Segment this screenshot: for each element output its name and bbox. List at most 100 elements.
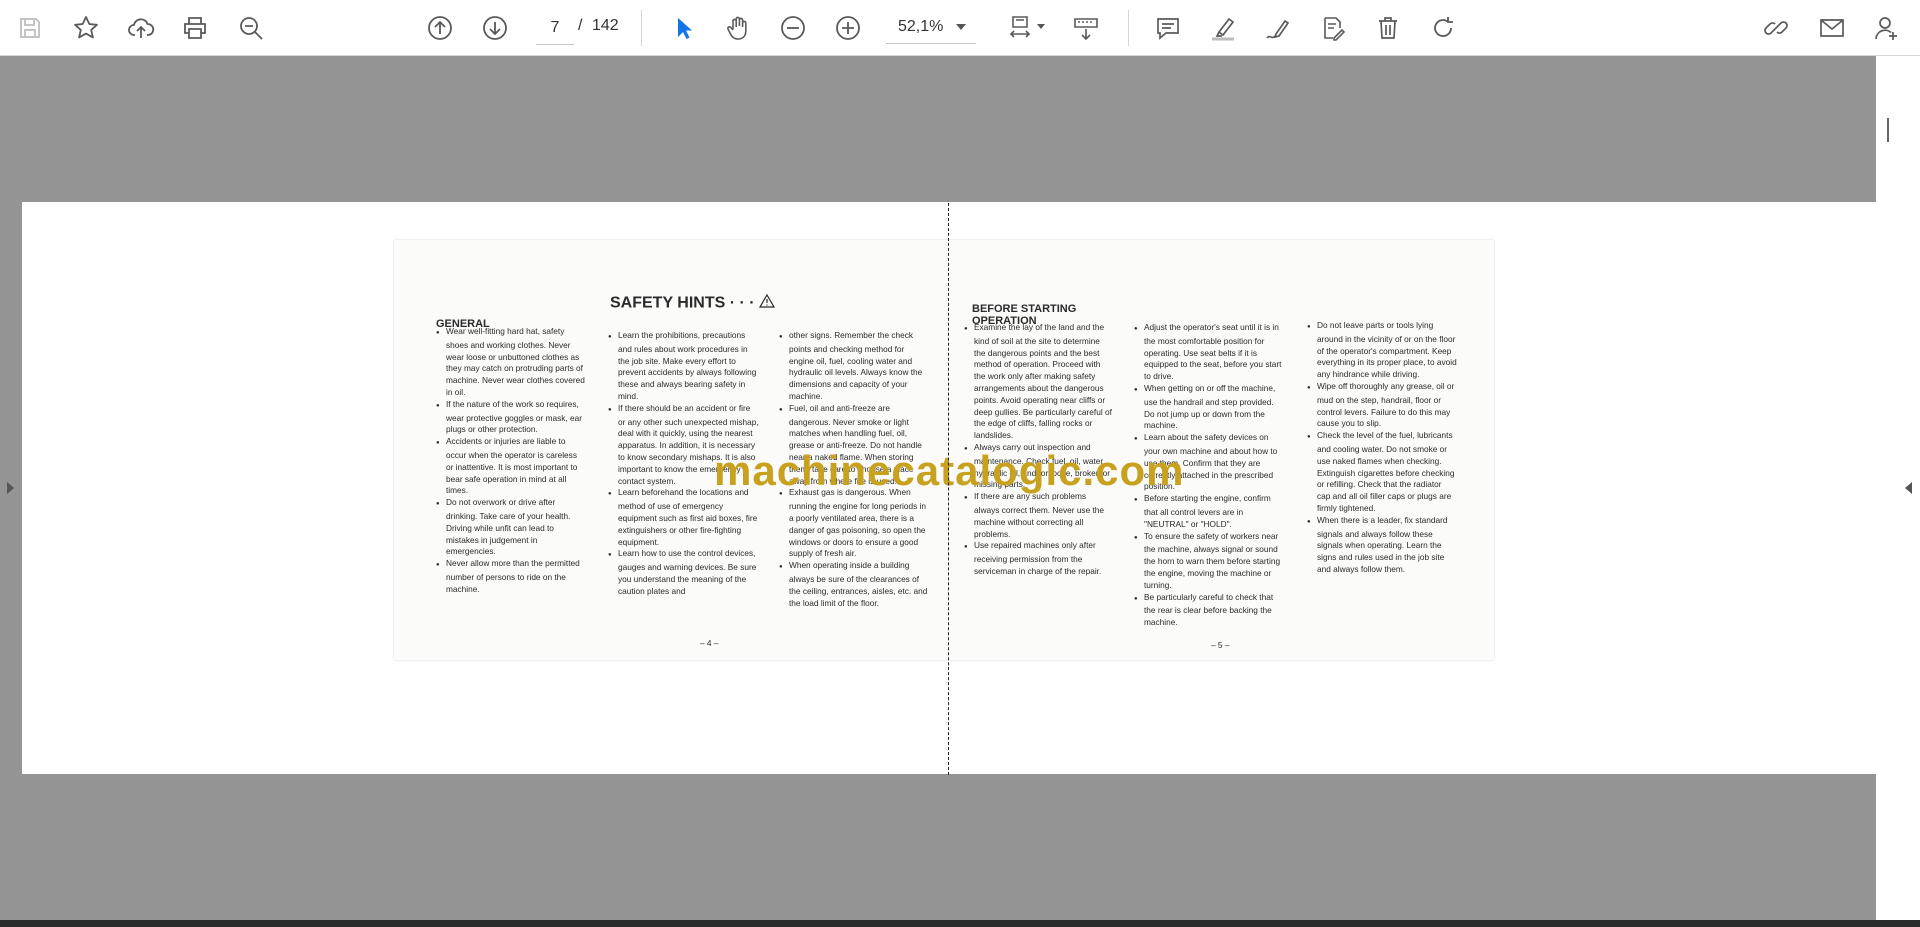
chevron-down-icon[interactable]	[1037, 24, 1045, 29]
page-separator: /	[578, 17, 583, 34]
magnifier-minus-icon	[240, 17, 263, 40]
document-viewer[interactable]: SAFETY HINTS · · · GENERAL BEFORE STARTI…	[22, 56, 1876, 920]
watermark: machinecatalogic.com	[714, 447, 1185, 494]
bullet-icon: ●	[1134, 534, 1138, 541]
bullet-icon: ●	[1307, 434, 1311, 441]
bullet-paragraph: ● Before starting the engine, confirm tha…	[1134, 493, 1271, 529]
save-button[interactable]	[10, 8, 50, 48]
bullet-icon: ●	[436, 402, 440, 409]
bullet-paragraph: ● Use repaired machines only after receiv…	[964, 540, 1102, 576]
account-button[interactable]	[1867, 8, 1907, 48]
bullet-icon: ●	[1134, 386, 1138, 393]
arrow-down-circle-icon	[483, 16, 507, 40]
bookmark-button[interactable]	[66, 8, 106, 48]
printer-icon	[184, 17, 206, 39]
delete-button[interactable]	[1368, 8, 1408, 48]
bullet-paragraph: ● Learn how to use the control devices, g…	[608, 548, 757, 596]
upload-button[interactable]	[121, 8, 161, 48]
select-tool-button[interactable]	[663, 8, 703, 48]
bullet-paragraph: ● Learn beforehand the locations and meth…	[608, 487, 758, 547]
highlight-button[interactable]	[1203, 8, 1243, 48]
share-link-button[interactable]	[1756, 8, 1796, 48]
page-number-left: – 4 –	[700, 638, 719, 648]
edit-text-button[interactable]	[1313, 8, 1353, 48]
right-panel-toggle[interactable]	[1905, 482, 1912, 494]
bullet-icon: ●	[1134, 595, 1138, 602]
cursor-arrow-icon	[678, 18, 692, 39]
save-icon	[20, 18, 40, 38]
hand-icon	[727, 16, 747, 40]
envelope-icon	[1820, 19, 1844, 37]
bullet-paragraph: ● Wipe off thoroughly any grease, oil or …	[1307, 380, 1455, 429]
bullet-icon: ●	[964, 326, 968, 332]
bullet-icon: ●	[1307, 384, 1311, 391]
star-icon	[74, 16, 98, 39]
previous-page-button[interactable]	[420, 8, 460, 48]
bullet-icon: ●	[1134, 497, 1138, 504]
scrollbar-track[interactable]	[1876, 56, 1920, 920]
bullet-icon: ●	[1307, 518, 1311, 525]
next-page-button[interactable]	[475, 8, 515, 48]
fit-page-icon	[1009, 16, 1031, 38]
bullet-icon: ●	[436, 440, 440, 447]
bullet-paragraph: ● If the nature of the work so requires, …	[436, 398, 583, 435]
find-button[interactable]	[231, 8, 271, 48]
edit-document-icon	[1324, 17, 1346, 41]
bullet-icon: ●	[1307, 324, 1311, 330]
user-add-icon	[1875, 17, 1897, 40]
bullet-icon: ●	[608, 334, 612, 340]
bullet-paragraph: ● If there are any such problems always c…	[964, 491, 1105, 539]
text-column: ● Do not leave parts or tools lying aroun…	[1307, 320, 1457, 576]
keyboard-download-icon	[1074, 18, 1098, 41]
arrow-up-circle-icon	[428, 16, 452, 40]
fold-line	[948, 203, 949, 775]
zoom-out-button[interactable]	[773, 8, 813, 48]
zoom-value: 52,1%	[898, 18, 944, 35]
bullet-paragraph: ● Check the level of the fuel, lubricants…	[1307, 430, 1455, 513]
scrollbar-thumb[interactable]	[1887, 118, 1889, 142]
bullet-paragraph: ● Do not leave parts or tools lying aroun…	[1307, 320, 1457, 380]
page-title: SAFETY HINTS · · ·	[610, 293, 776, 313]
toolbar: / 142 52,1%	[0, 0, 1920, 56]
toolbar-divider	[641, 10, 642, 46]
page-sheet: SAFETY HINTS · · · GENERAL BEFORE STARTI…	[22, 202, 1876, 774]
bullet-paragraph: ● Examine the lay of the land and the kin…	[964, 322, 1112, 441]
bullet-paragraph: ● When getting on or off the machine, use…	[1134, 382, 1276, 431]
bullet-icon: ●	[1134, 436, 1138, 443]
bullet-icon: ●	[608, 491, 612, 498]
link-cloud-icon	[1764, 21, 1788, 35]
bullet-icon: ●	[964, 544, 968, 551]
page-number-right: – 5 –	[1211, 640, 1230, 650]
bullet-paragraph: ● Never allow more than the permitted num…	[436, 558, 580, 594]
zoom-in-button[interactable]	[828, 8, 868, 48]
warning-icon	[759, 293, 776, 313]
left-panel-toggle[interactable]	[7, 482, 14, 494]
fit-page-button[interactable]	[1000, 8, 1040, 48]
bullet-icon: ●	[779, 334, 783, 340]
draw-button[interactable]	[1258, 8, 1298, 48]
bullet-paragraph: ● Exhaust gas is dangerous. When running …	[779, 487, 926, 559]
text-column: ● Wear well-fitting hard hat, safety shoe…	[436, 326, 586, 596]
zoom-select[interactable]: 52,1%	[886, 12, 976, 44]
toolbar-divider	[1128, 10, 1129, 46]
bullet-paragraph: ● Do not overwork or drive after drinking…	[436, 497, 571, 557]
page-total: 142	[592, 17, 619, 34]
rotate-button[interactable]	[1423, 8, 1463, 48]
bullet-paragraph: ● Accidents or injuries are liable to occ…	[436, 436, 578, 496]
bullet-icon: ●	[436, 501, 440, 508]
plus-circle-icon	[836, 16, 860, 40]
trash-icon	[1379, 17, 1397, 39]
hand-tool-button[interactable]	[718, 8, 758, 48]
bullet-icon: ●	[1134, 326, 1138, 332]
chevron-down-icon	[956, 24, 966, 30]
rotate-icon	[1434, 17, 1453, 37]
bullet-icon: ●	[779, 406, 783, 413]
print-button[interactable]	[175, 8, 215, 48]
comment-button[interactable]	[1148, 8, 1188, 48]
page-number-input[interactable]	[536, 12, 574, 45]
email-button[interactable]	[1812, 8, 1852, 48]
bottom-bar	[0, 920, 1920, 927]
bullet-paragraph: ● Wear well-fitting hard hat, safety shoe…	[436, 326, 585, 397]
minus-circle-icon	[781, 16, 805, 40]
scroll-mode-button[interactable]	[1066, 8, 1106, 48]
